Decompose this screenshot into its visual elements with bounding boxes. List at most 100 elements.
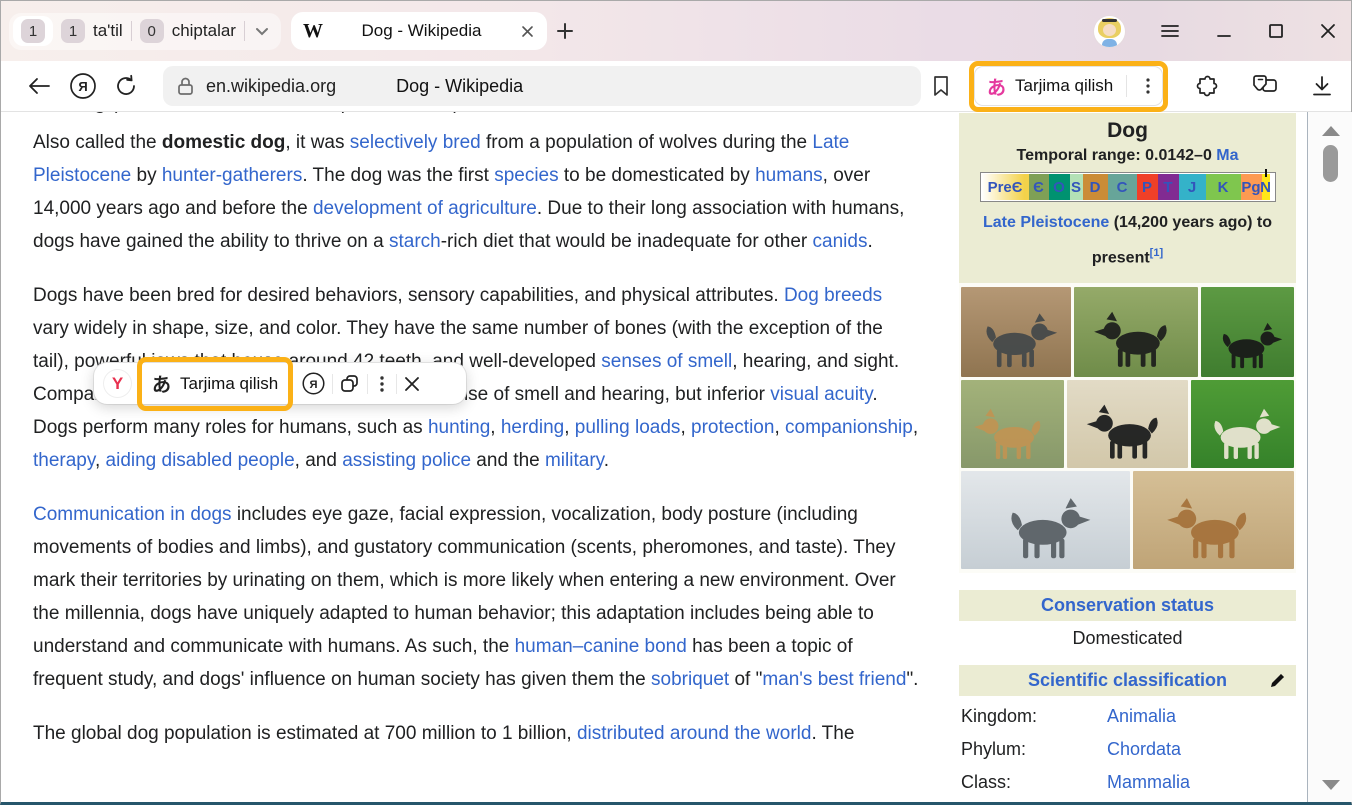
downloads-icon[interactable]: [1310, 74, 1334, 98]
taxonomy-rank: Phylum:: [959, 733, 1105, 766]
extensions-icon[interactable]: [1194, 73, 1220, 99]
article-link[interactable]: herding: [501, 417, 564, 438]
infobox-photo[interactable]: [1191, 380, 1294, 468]
geo-timeline-segment[interactable]: O: [1049, 174, 1070, 200]
text-run: .: [604, 450, 609, 471]
article-link[interactable]: development of agriculture: [313, 198, 537, 219]
infobox-photo[interactable]: [961, 380, 1064, 468]
article-link[interactable]: senses of smell: [601, 351, 732, 372]
back-icon[interactable]: [17, 76, 61, 96]
infobox-photo[interactable]: [1201, 287, 1294, 377]
article-link[interactable]: humans: [755, 165, 823, 186]
article-link[interactable]: canids: [813, 231, 868, 252]
maximize-button[interactable]: [1267, 22, 1285, 40]
text-run: by: [131, 165, 162, 186]
popup-kebab-icon[interactable]: [374, 374, 390, 394]
article-link[interactable]: Dog breeds: [784, 285, 882, 306]
geo-timeline-segment[interactable]: P: [1137, 174, 1158, 200]
article-link[interactable]: aiding disabled people: [106, 450, 295, 471]
scrollbar-thumb[interactable]: [1323, 145, 1338, 182]
tab-group-chiptalar[interactable]: 0 chiptalar: [140, 19, 236, 43]
tab-group-tatil[interactable]: 1 ta'til: [61, 19, 123, 43]
minimize-button[interactable]: [1215, 22, 1233, 40]
tab-group-strip: 1 1 ta'til 0 chiptalar: [9, 13, 281, 50]
reload-icon[interactable]: [105, 74, 149, 98]
text-run: , and: [295, 450, 343, 471]
article-link[interactable]: man's best friend: [762, 669, 906, 690]
new-tab-button[interactable]: [555, 21, 575, 41]
taxonomy-value-link[interactable]: Mammalia: [1107, 772, 1190, 792]
menu-icon[interactable]: [1159, 22, 1181, 40]
conservation-status-header[interactable]: Conservation status: [959, 590, 1296, 621]
popup-close-icon[interactable]: [403, 375, 421, 393]
article-link[interactable]: pulling loads: [575, 417, 681, 438]
geo-timeline-segment[interactable]: Pg: [1241, 174, 1262, 200]
geo-timeline-segment[interactable]: T: [1158, 174, 1179, 200]
popup-translate-button[interactable]: Tarjima qilish: [180, 374, 278, 394]
translate-button[interactable]: あ Tarjima qilish: [974, 66, 1163, 106]
yandex-services-icon[interactable]: Я: [61, 72, 105, 100]
tab-close-icon[interactable]: [520, 24, 535, 39]
page-title: Dog - Wikipedia: [396, 76, 523, 97]
navigation-toolbar: Я en.wikipedia.org Dog - Wikipedia あ Tar…: [1, 61, 1351, 112]
article-link[interactable]: starch: [389, 231, 441, 252]
active-tab[interactable]: W Dog - Wikipedia: [291, 12, 547, 50]
geo-timeline-segment[interactable]: Є: [1029, 174, 1049, 200]
ma-link[interactable]: Ma: [1216, 147, 1238, 164]
article-link[interactable]: species: [494, 165, 558, 186]
article-link[interactable]: human–canine bond: [515, 636, 687, 657]
article-link[interactable]: visual acuity: [770, 384, 872, 405]
article-link[interactable]: sobriquet: [651, 669, 729, 690]
geo-timeline-segment[interactable]: K: [1206, 174, 1241, 200]
address-bar[interactable]: en.wikipedia.org Dog - Wikipedia: [163, 66, 921, 106]
text-run: Canis familiaris: [117, 112, 246, 114]
scroll-up-arrow[interactable]: [1322, 126, 1340, 136]
copy-icon[interactable]: [339, 373, 361, 395]
yandex-search-icon[interactable]: Я: [301, 371, 326, 396]
chevron-down-icon[interactable]: [253, 22, 271, 40]
taxobox-title: Dog: [965, 117, 1290, 147]
geo-timeline-segment[interactable]: D: [1083, 174, 1108, 200]
profile-avatar[interactable]: [1094, 16, 1125, 47]
article-link[interactable]: assisting police: [342, 450, 471, 471]
scroll-down-arrow[interactable]: [1322, 780, 1340, 790]
geologic-timescale: PreЄЄOSDCPTJKPgN: [980, 172, 1276, 202]
text-run: dog: [71, 112, 106, 114]
article-link[interactable]: distributed around the world: [577, 723, 811, 744]
late-pleistocene-link[interactable]: Late Pleistocene: [983, 214, 1109, 231]
article-link[interactable]: companionship: [785, 417, 913, 438]
range-text: (14,200 years ago) to present: [1092, 214, 1272, 266]
geo-timeline-segment[interactable]: C: [1108, 174, 1137, 200]
article-link[interactable]: hunting: [428, 417, 490, 438]
close-window-button[interactable]: [1319, 22, 1337, 40]
infobox-photo[interactable]: [1133, 471, 1294, 569]
collections-icon[interactable]: [1250, 73, 1280, 99]
scrollbar[interactable]: [1308, 112, 1352, 802]
bookmark-icon[interactable]: [931, 74, 951, 98]
url-host[interactable]: en.wikipedia.org: [206, 76, 336, 97]
article-link[interactable]: military: [545, 450, 604, 471]
article-link[interactable]: hunter-gatherers: [162, 165, 302, 186]
geo-timeline-segment[interactable]: J: [1179, 174, 1206, 200]
geo-timeline-segment[interactable]: S: [1070, 174, 1083, 200]
article-link[interactable]: selectively bred: [350, 132, 481, 153]
reference-1-link[interactable]: [1]: [1150, 247, 1163, 259]
article-link[interactable]: therapy: [33, 450, 95, 471]
svg-text:Я: Я: [310, 379, 318, 391]
scientific-classification-header[interactable]: Scientific classification: [959, 665, 1296, 696]
taxonomy-value-link[interactable]: Chordata: [1107, 739, 1181, 759]
geo-timeline-segment[interactable]: N: [1262, 174, 1270, 200]
article-link[interactable]: protection: [691, 417, 774, 438]
geo-timeline-segment[interactable]: PreЄ: [982, 174, 1029, 200]
edit-icon[interactable]: [1269, 672, 1286, 694]
infobox-photo[interactable]: [1074, 287, 1198, 377]
wikipedia-favicon: W: [303, 20, 323, 43]
taxonomy-value-link[interactable]: Animalia: [1107, 706, 1176, 726]
infobox-photo[interactable]: [961, 471, 1130, 569]
infobox-photo[interactable]: [1067, 380, 1188, 468]
translate-options-kebab-icon[interactable]: [1140, 76, 1156, 96]
article-link[interactable]: Communication in dogs: [33, 504, 232, 525]
tab-group-overview[interactable]: 1: [13, 16, 53, 46]
text-run: Canis lupus familiaris: [274, 112, 454, 114]
infobox-photo[interactable]: [961, 287, 1071, 377]
